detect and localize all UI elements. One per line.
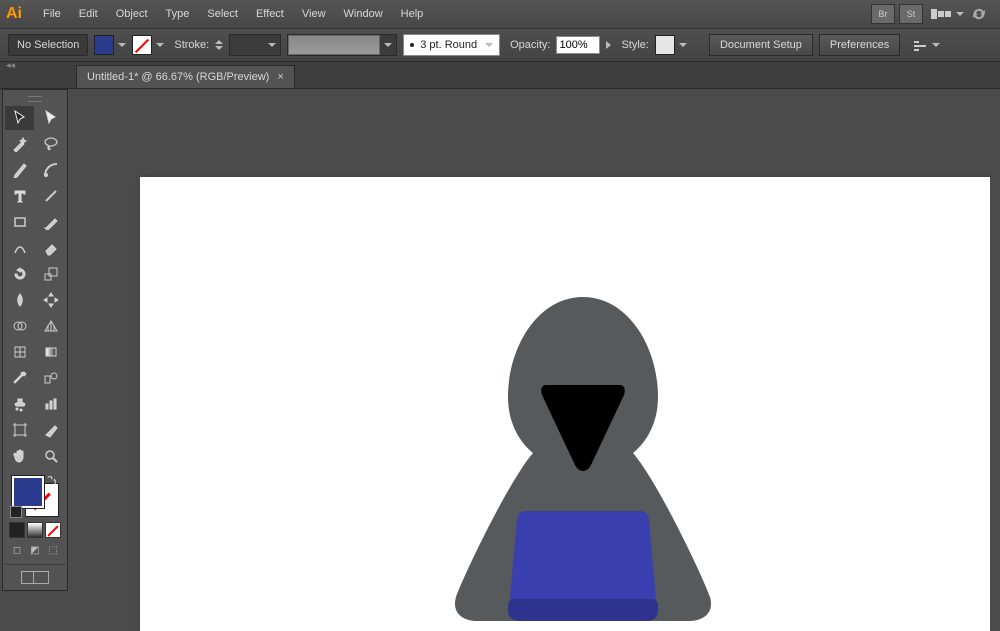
rotate-tool[interactable] [5,262,34,286]
control-bar: No Selection Stroke: 3 pt. Round Opacity… [0,29,1000,62]
opacity-field[interactable] [556,35,611,55]
type-tool[interactable] [5,184,34,208]
brush-label: 3 pt. Round [420,39,477,51]
sync-settings-icon[interactable] [966,5,992,23]
style-label: Style: [621,39,649,51]
menu-effect[interactable]: Effect [247,4,293,24]
brush-definition-dropdown[interactable]: 3 pt. Round [403,34,500,56]
shape-builder-tool[interactable] [5,314,34,338]
column-graph-tool[interactable] [36,392,65,416]
line-segment-tool[interactable] [36,184,65,208]
graphic-style-dropdown[interactable] [655,35,687,55]
stroke-profile-dropdown[interactable] [229,34,281,56]
mesh-tool[interactable] [5,340,34,364]
menu-object[interactable]: Object [107,4,157,24]
gradient-tool[interactable] [36,340,65,364]
draw-mode-row [9,522,65,538]
selection-status: No Selection [8,34,88,56]
menu-help[interactable]: Help [392,4,433,24]
selection-tool[interactable] [5,106,34,130]
magic-wand-tool[interactable] [5,132,34,156]
fill-stroke-control[interactable] [10,474,60,518]
hand-tool[interactable] [5,444,34,468]
artwork-hooded-figure [438,277,728,631]
menu-type[interactable]: Type [157,4,199,24]
perspective-grid-tool[interactable] [36,314,65,338]
stock-button[interactable]: St [899,4,923,24]
shaper-tool[interactable] [5,236,34,260]
document-tab-bar: ◂◂ Untitled-1* @ 66.67% (RGB/Preview) × [0,62,1000,89]
opacity-input[interactable] [556,36,600,54]
draw-inside-icon[interactable]: ⬚ [45,542,61,558]
fill-swatch[interactable] [94,35,126,55]
preferences-button[interactable]: Preferences [819,34,900,56]
menu-edit[interactable]: Edit [70,4,107,24]
draw-behind-icon[interactable]: ◩ [27,542,43,558]
symbol-sprayer-tool[interactable] [5,392,34,416]
brush-gradient-dropdown[interactable] [287,34,397,56]
rectangle-tool[interactable] [5,210,34,234]
direct-selection-tool[interactable] [36,106,65,130]
document-setup-button[interactable]: Document Setup [709,34,813,56]
artboard[interactable] [140,177,990,631]
menu-bar: Ai File Edit Object Type Select Effect V… [0,0,1000,29]
width-tool[interactable] [5,288,34,312]
arrange-documents-button[interactable] [931,9,964,19]
swap-fill-stroke-icon[interactable] [46,474,58,486]
screen-mode-button[interactable] [5,571,65,584]
slice-tool[interactable] [36,418,65,442]
default-fill-stroke-icon[interactable] [10,506,22,518]
menu-view[interactable]: View [293,4,335,24]
tools-panel: ◻ ◩ ⬚ [2,89,68,591]
lasso-tool[interactable] [36,132,65,156]
menu-window[interactable]: Window [335,4,392,24]
tab-collapse-icon[interactable]: ◂◂ [6,60,15,71]
stroke-swatch[interactable] [132,35,164,55]
opacity-label: Opacity: [510,39,550,51]
stroke-weight-stepper[interactable] [215,40,223,50]
tab-close-button[interactable]: × [277,71,283,83]
gradient-fill-mode[interactable] [27,522,43,538]
menu-file[interactable]: File [34,4,70,24]
bridge-button[interactable]: Br [871,4,895,24]
eraser-tool[interactable] [36,236,65,260]
stroke-label: Stroke: [174,39,209,51]
draw-normal-icon[interactable]: ◻ [9,542,25,558]
app-logo: Ai [6,5,22,23]
zoom-tool[interactable] [36,444,65,468]
panel-gripper[interactable] [28,96,42,102]
curvature-tool[interactable] [36,158,65,182]
document-tab-title: Untitled-1* @ 66.67% (RGB/Preview) [87,71,269,83]
pen-tool[interactable] [5,158,34,182]
blend-tool[interactable] [36,366,65,390]
menu-select[interactable]: Select [198,4,247,24]
align-options-button[interactable] [912,37,940,53]
paintbrush-tool[interactable] [36,210,65,234]
none-fill-mode[interactable] [45,522,61,538]
eyedropper-tool[interactable] [5,366,34,390]
free-transform-tool[interactable] [36,288,65,312]
canvas-area[interactable] [78,99,990,631]
fill-color-box[interactable] [12,476,44,508]
artboard-tool[interactable] [5,418,34,442]
color-fill-mode[interactable] [9,522,25,538]
document-tab[interactable]: Untitled-1* @ 66.67% (RGB/Preview) × [76,65,295,88]
drawing-modes-row: ◻ ◩ ⬚ [9,542,65,558]
scale-tool[interactable] [36,262,65,286]
